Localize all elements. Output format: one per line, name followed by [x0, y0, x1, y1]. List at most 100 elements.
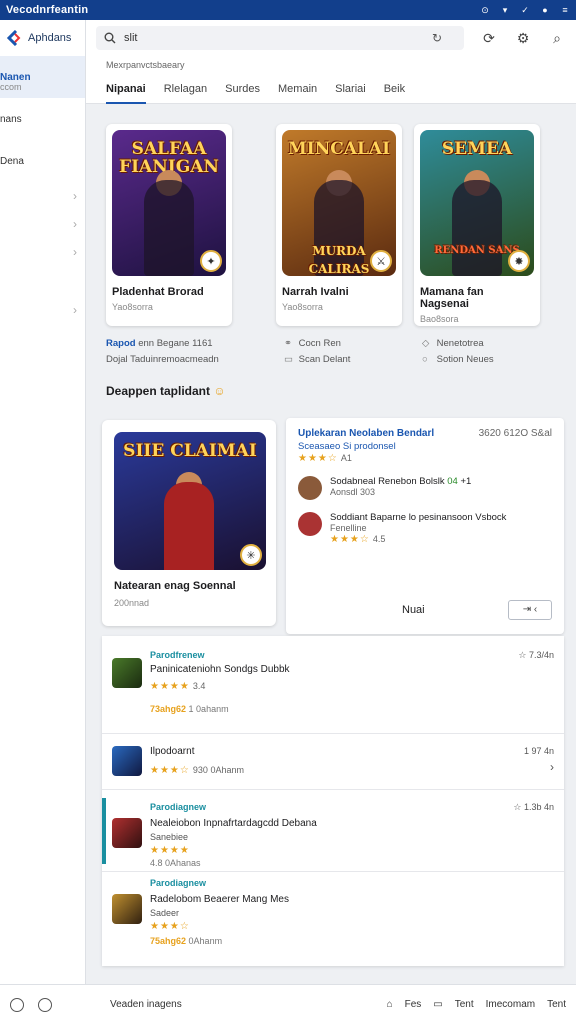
- game-thumbnail: [112, 746, 142, 776]
- featured-large-card[interactable]: SIIE CLAIMAI ✳ Natearan enag Soennal 200…: [102, 420, 276, 626]
- search-icon: [104, 32, 116, 44]
- app-logo-icon: [6, 30, 21, 46]
- title-bar: Vecodnrfeantin ⊙ ▾ ✓ ● ≡: [0, 0, 576, 20]
- list-item-extra: 1 0ahanm: [188, 704, 229, 714]
- list-item-name: Radelobom Beaerer Mang Mes: [150, 894, 289, 905]
- review-item[interactable]: Sodabneal Renebon Bolslk 04 +1 Aonsdl 30…: [298, 476, 552, 500]
- search-input[interactable]: [124, 32, 424, 44]
- game-thumbnail: [112, 658, 142, 688]
- chevron-right-icon[interactable]: ›: [0, 182, 85, 210]
- bottom-action-1[interactable]: Tent: [455, 999, 474, 1010]
- dropdown-icon[interactable]: ▾: [500, 5, 510, 15]
- search-bar[interactable]: ↻: [96, 26, 464, 50]
- tab-0[interactable]: Nipanai: [106, 74, 146, 104]
- star-rating: ★★★☆: [298, 453, 338, 464]
- tab-1[interactable]: Rlelagan: [164, 74, 207, 104]
- window-controls: ⊙ ▾ ✓ ● ≡: [480, 5, 570, 16]
- chevron-right-icon[interactable]: ›: [550, 760, 554, 774]
- card-subtitle: 200nnad: [114, 598, 150, 608]
- meta-text[interactable]: Nenetotrea: [437, 338, 484, 349]
- card-title: Mamana fan Nagsenai: [420, 286, 484, 310]
- menu-icon[interactable]: ≡: [560, 5, 570, 15]
- badge-icon: ✦: [200, 250, 222, 272]
- selection-indicator: [102, 798, 106, 864]
- bottom-left-label[interactable]: Veaden inagens: [110, 999, 182, 1010]
- sidebar-brand[interactable]: Aphdans: [0, 20, 85, 56]
- figure-body: [452, 180, 502, 276]
- settings-icon[interactable]: ●: [540, 5, 550, 15]
- next-button[interactable]: ⇥ ‹: [508, 600, 552, 620]
- app-title: Vecodnrfeantin: [6, 4, 89, 16]
- reviewer-name: Soddiant Baparne lo pesinansoon Vsbock: [330, 512, 507, 523]
- history-icon[interactable]: [38, 997, 52, 1012]
- tab-5[interactable]: Beik: [384, 74, 405, 104]
- review-item[interactable]: Soddiant Baparne lo pesinansoon Vsbock F…: [298, 512, 552, 545]
- figure-body: [164, 482, 214, 570]
- reviewer-name: Sodabneal Renebon Bolslk: [330, 476, 445, 487]
- clock-icon[interactable]: ⊙: [480, 5, 490, 15]
- sidebar-item-2[interactable]: Dena: [0, 140, 85, 182]
- refresh-icon[interactable]: ↻: [432, 31, 442, 45]
- meta-text: enn Begane 1161: [138, 338, 213, 349]
- review-line: Aonsdl 303: [330, 487, 376, 497]
- bottom-actions: ⌂ Fes ▭ Tent Imecomam Tent: [387, 999, 566, 1010]
- sidebar-item-1[interactable]: nans: [0, 98, 85, 140]
- bottom-action-0[interactable]: Fes: [405, 999, 422, 1010]
- game-art: SEMEA RENDAN SANS ✸: [420, 130, 534, 276]
- sync-icon[interactable]: ⟳: [480, 30, 498, 47]
- featured-card[interactable]: SEMEA RENDAN SANS ✸ Mamana fan Nagsenai …: [414, 124, 540, 326]
- game-art: SALFAA FIANIGAN ✦: [112, 130, 226, 276]
- list-item-category: Parodiagnew: [150, 802, 207, 812]
- price-tag: 75ahg62: [150, 936, 187, 946]
- star-badge-icon: ✳: [240, 544, 262, 566]
- sidebar-item-0[interactable]: Nanen ccom: [0, 56, 85, 98]
- meta-text[interactable]: Cocn Ren: [299, 338, 341, 349]
- chevron-right-icon[interactable]: ›: [0, 296, 85, 324]
- sidebar: Aphdans Nanen ccom nans Dena › › › ›: [0, 20, 86, 984]
- breadcrumb: Mexrpanvctsbaeary: [106, 60, 185, 70]
- tab-3[interactable]: Memain: [278, 74, 317, 104]
- star-rating: ★★★☆: [330, 534, 370, 545]
- chat-icon[interactable]: ▭: [433, 999, 442, 1010]
- section-title-text: Deappen taplidant: [106, 384, 211, 398]
- list-item[interactable]: Parodiagnew Nealeiobon Inpnafrtardagcdd …: [102, 790, 564, 872]
- info-icon: ○: [422, 354, 428, 365]
- featured-card[interactable]: MINCALAI MURDA CALIRAS ⚔ Narrah Ivalni Y…: [276, 124, 402, 326]
- main-content: SALFAA FIANIGAN ✦ Pladenhat Brorad Yao8s…: [86, 104, 576, 984]
- bottom-action-3[interactable]: Tent: [547, 999, 566, 1010]
- list-item-category: Parodiagnew: [150, 878, 207, 888]
- check-icon[interactable]: ✓: [520, 5, 530, 15]
- game-thumbnail: [112, 818, 142, 848]
- list-item[interactable]: Parodfrenew Paninicateniohn Sondgs Dubbk…: [102, 636, 564, 734]
- clock-icon[interactable]: [10, 997, 24, 1012]
- review-title[interactable]: Uplekaran Neolaben Bendarl: [298, 428, 434, 439]
- home-icon[interactable]: ⌂: [387, 999, 393, 1010]
- tab-2[interactable]: Surdes: [225, 74, 260, 104]
- meta-text: Dojal Taduinremoacmeadn: [106, 354, 219, 365]
- chevron-right-icon[interactable]: ›: [0, 210, 85, 238]
- card-subtitle: Yao8sorra: [282, 302, 323, 312]
- meta-col-2: ⚭ Cocn Ren ▭ Scan Delant: [284, 336, 350, 368]
- meta-highlight[interactable]: Rapod: [106, 338, 136, 349]
- card-title: Pladenhat Brorad: [112, 286, 204, 298]
- chat-icon: ▭: [284, 354, 293, 365]
- avatar: [298, 512, 322, 536]
- review-score: 4.5: [372, 534, 386, 544]
- list-item[interactable]: Ilpodoarnt ★★★☆ 930 0Ahanm 1 97 4n ›: [102, 734, 564, 790]
- tab-4[interactable]: Slariai: [335, 74, 366, 104]
- game-art: MINCALAI MURDA CALIRAS ⚔: [282, 130, 396, 276]
- list-item-rating: 1 97 4n: [523, 746, 554, 756]
- bottom-action-2[interactable]: Imecomam: [486, 999, 535, 1010]
- list-item[interactable]: Parodiagnew Radelobom Beaerer Mang Mes S…: [102, 872, 564, 966]
- list-item-rating: ☆ 1.3b 4n: [513, 802, 554, 812]
- meta-row: Rapod enn Begane 1161 Dojal Taduinremoac…: [106, 336, 556, 376]
- meta-text[interactable]: Scan Delant: [299, 354, 351, 365]
- featured-card[interactable]: SALFAA FIANIGAN ✦ Pladenhat Brorad Yao8s…: [106, 124, 232, 326]
- card-title: Narrah Ivalni: [282, 286, 349, 298]
- art-title: MINCALAI: [287, 139, 391, 159]
- sidebar-item-label: Nanen: [0, 71, 31, 83]
- chevron-right-icon[interactable]: ›: [0, 238, 85, 266]
- meta-text[interactable]: Sotion Neues: [437, 354, 494, 365]
- filter-icon[interactable]: ⚙: [514, 30, 532, 47]
- search-icon[interactable]: ⌕: [548, 30, 566, 47]
